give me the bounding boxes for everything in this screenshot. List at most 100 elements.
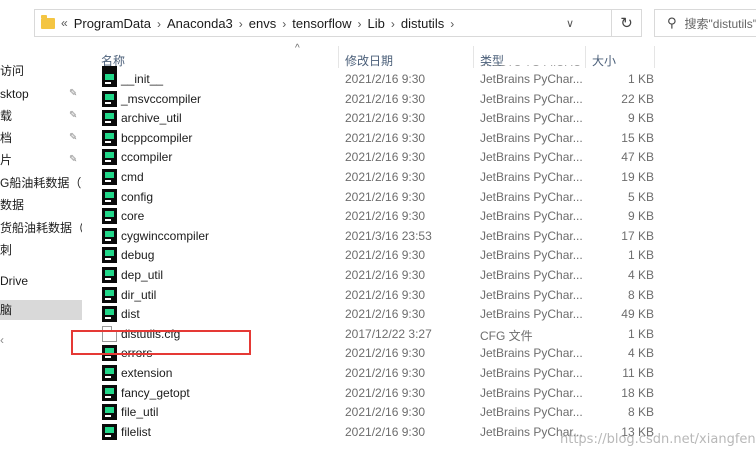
breadcrumb-item[interactable]: distutils xyxy=(401,16,444,31)
file-size: 4 KB xyxy=(627,268,654,282)
pin-icon: ✎ xyxy=(69,132,78,143)
file-name: debug xyxy=(121,248,155,262)
file-size: 9 KB xyxy=(627,209,654,223)
file-date: 2021/2/16 9:30 xyxy=(345,209,426,223)
pycharm-icon xyxy=(102,71,117,87)
file-type: JetBrains PyChar... xyxy=(480,346,583,360)
file-size: 8 KB xyxy=(627,405,654,419)
breadcrumb-separator-icon[interactable]: › xyxy=(450,17,454,31)
nav-collapse-icon[interactable]: ‹ xyxy=(0,330,82,350)
file-name: dist xyxy=(121,307,140,321)
file-size: 18 KB xyxy=(621,386,654,400)
file-row[interactable]: cygwinccompiler 2021/3/16 23:53 JetBrains … xyxy=(82,227,756,246)
file-type: JetBrains PyChar... xyxy=(480,366,583,380)
search-icon: ⚲ xyxy=(667,15,677,30)
file-row[interactable]: __init__ 2021/2/16 9:30 JetBrains PyChar..… xyxy=(82,70,756,89)
pycharm-icon xyxy=(102,208,117,224)
breadcrumb: ProgramData › Anaconda3 › envs › tensorflow › Li… xyxy=(74,16,461,31)
file-row[interactable]: dist 2021/2/16 9:30 JetBrains PyChar... 49 … xyxy=(82,305,756,324)
nav-item-onedrive[interactable]: Drive xyxy=(0,271,82,291)
file-row[interactable]: dep_util 2021/2/16 9:30 JetBrains PyChar..… xyxy=(82,266,756,285)
pycharm-icon xyxy=(102,91,117,107)
breadcrumb-item[interactable]: ProgramData xyxy=(74,16,151,31)
column-divider[interactable] xyxy=(338,46,339,68)
file-name: fancy_getopt xyxy=(121,386,190,400)
file-name: bcppcompiler xyxy=(121,131,193,145)
file-type: JetBrains PyChar... xyxy=(480,209,583,223)
file-row[interactable]: archive_util 2021/2/16 9:30 JetBrains PyCh… xyxy=(82,109,756,128)
nav-item-quick-access[interactable]: 访问 xyxy=(0,61,82,81)
file-type: JetBrains PyChar... xyxy=(480,170,583,184)
breadcrumb-separator-icon[interactable]: › xyxy=(239,17,243,31)
nav-item-folder-4[interactable]: 刺 xyxy=(0,240,82,260)
file-name: extension xyxy=(121,366,173,380)
file-date: 2021/2/16 9:30 xyxy=(345,92,426,106)
file-row[interactable]: cmd 2021/2/16 9:30 JetBrains PyChar... 19 K… xyxy=(82,168,756,187)
file-size: 4 KB xyxy=(627,346,654,360)
file-size: 49 KB xyxy=(621,307,654,321)
pycharm-icon xyxy=(102,424,117,440)
file-row[interactable]: fancy_getopt 2021/2/16 9:30 JetBrains PyCh… xyxy=(82,384,756,403)
address-bar[interactable]: « ProgramData › Anaconda3 › envs › tensorflow ›… xyxy=(34,9,612,37)
file-row[interactable]: ccompiler 2021/2/16 9:30 JetBrains PyChar.… xyxy=(82,148,756,167)
breadcrumb-item[interactable]: envs xyxy=(249,16,276,31)
file-name: cygwinccompiler xyxy=(121,229,210,243)
file-row[interactable]: _msvccompiler 2021/2/16 9:30 JetBrains PyC… xyxy=(82,90,756,109)
file-row[interactable]: bcppcompiler 2021/2/16 9:30 JetBrains PyCh… xyxy=(82,129,756,148)
file-row[interactable]: config 2021/2/16 9:30 JetBrains PyChar... 5… xyxy=(82,188,756,207)
breadcrumb-item[interactable]: tensorflow xyxy=(292,16,351,31)
nav-item-folder-2[interactable]: 数据 xyxy=(0,195,82,215)
pycharm-icon xyxy=(102,365,117,381)
file-type: CFG 文件 xyxy=(480,329,533,343)
file-name: archive_util xyxy=(121,111,182,125)
sort-arrow-icon: ^ xyxy=(295,43,300,54)
breadcrumb-separator-icon[interactable]: › xyxy=(391,17,395,31)
pycharm-icon xyxy=(102,228,117,244)
pycharm-icon xyxy=(102,287,117,303)
file-date: 2021/2/16 9:30 xyxy=(345,288,426,302)
file-size: 11 KB xyxy=(622,366,654,380)
search-input[interactable]: ⚲ 搜索"distutils" xyxy=(654,9,756,37)
breadcrumb-separator-icon[interactable]: › xyxy=(157,17,161,31)
file-type: JetBrains PyChar... xyxy=(480,150,583,164)
file-date: 2021/2/16 9:30 xyxy=(345,131,426,145)
pin-icon: ✎ xyxy=(69,88,78,99)
file-size: 15 KB xyxy=(621,131,654,145)
file-type: JetBrains PyChar... xyxy=(480,131,583,145)
file-row[interactable]: debug 2021/2/16 9:30 JetBrains PyChar... 1 … xyxy=(82,246,756,265)
refresh-icon[interactable]: ↻ xyxy=(612,9,642,37)
file-size: 1 KB xyxy=(627,72,654,86)
column-header-date[interactable]: 修改日期 xyxy=(345,52,393,69)
breadcrumb-item[interactable]: Lib xyxy=(368,16,385,31)
column-header-row: ^ 名称 修改日期 类型 大小 xyxy=(82,43,756,69)
file-name: ccompiler xyxy=(121,150,173,164)
pin-icon: ✎ xyxy=(69,154,78,165)
file-date: 2021/2/16 9:30 xyxy=(345,150,426,164)
column-divider[interactable] xyxy=(473,46,474,68)
file-row[interactable]: extension 2021/2/16 9:30 JetBrains PyChar.… xyxy=(82,364,756,383)
file-date: 2021/2/16 9:30 xyxy=(345,366,426,380)
nav-item-folder-3[interactable]: 货船油耗数据（日 xyxy=(0,218,82,238)
pycharm-icon xyxy=(102,385,117,401)
pycharm-icon xyxy=(102,404,117,420)
file-size: 17 KB xyxy=(621,229,654,243)
file-date: 2021/2/16 9:30 xyxy=(345,190,426,204)
file-type: JetBrains PyChar... xyxy=(480,92,583,106)
nav-item-this-pc[interactable]: 脑 xyxy=(0,300,82,320)
file-name: config xyxy=(121,190,154,204)
file-row[interactable]: file_util 2021/2/16 9:30 JetBrains PyChar.… xyxy=(82,403,756,422)
file-type: JetBrains PyChar... xyxy=(480,190,583,204)
chevron-down-icon[interactable]: ∨ xyxy=(559,10,581,36)
breadcrumb-separator-icon[interactable]: › xyxy=(282,17,286,31)
file-name: dir_util xyxy=(121,288,157,302)
column-divider[interactable] xyxy=(654,46,655,68)
breadcrumb-item[interactable]: Anaconda3 xyxy=(167,16,233,31)
file-row[interactable]: core 2021/2/16 9:30 JetBrains PyChar... 9 K… xyxy=(82,207,756,226)
file-type: JetBrains PyChar... xyxy=(480,72,583,86)
file-size: 22 KB xyxy=(621,92,654,106)
file-date: 2021/3/16 23:53 xyxy=(345,229,432,243)
file-row[interactable]: dir_util 2021/2/16 9:30 JetBrains PyChar..… xyxy=(82,286,756,305)
breadcrumb-separator-icon[interactable]: › xyxy=(358,17,362,31)
overflow-chevron-icon[interactable]: « xyxy=(61,16,68,30)
nav-item-folder-1[interactable]: G船油耗数据（装 xyxy=(0,173,82,193)
